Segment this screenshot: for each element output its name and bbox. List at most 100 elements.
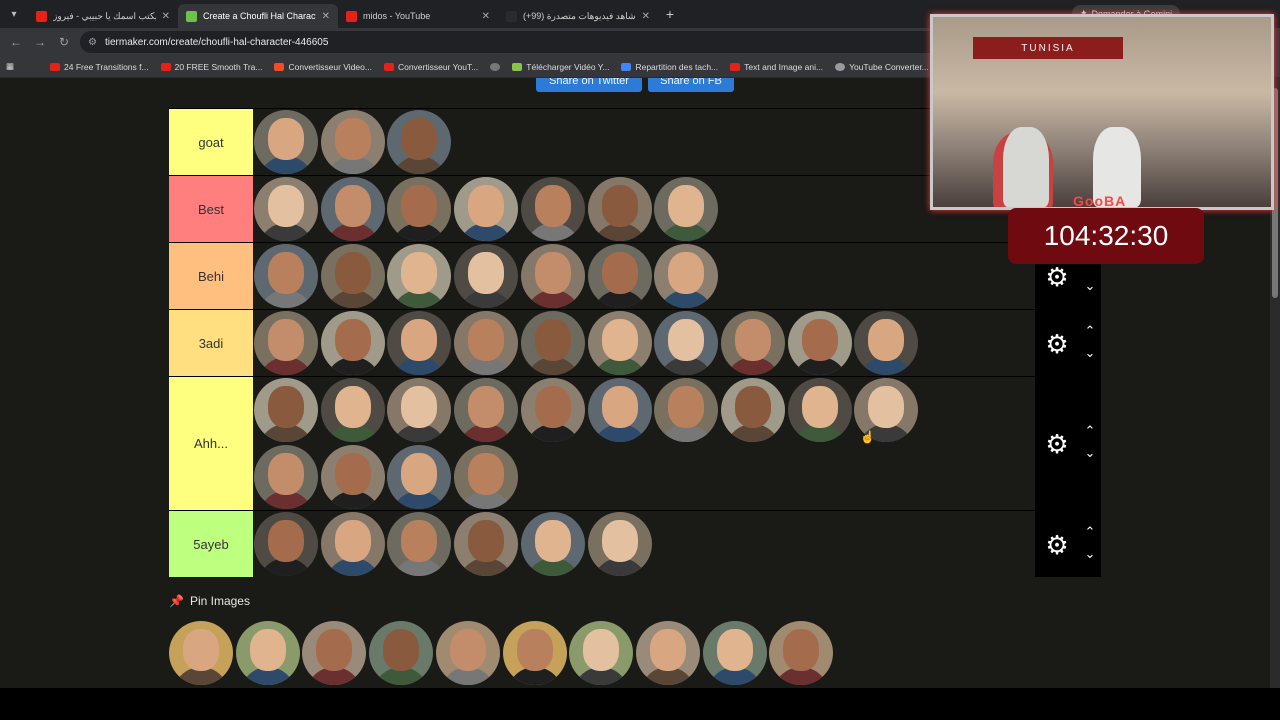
chevron-up-icon[interactable]: ⌃ [1082, 323, 1098, 338]
character-avatar[interactable] [387, 445, 452, 509]
character-avatar[interactable] [454, 244, 519, 308]
tab-fairuz[interactable]: يكتب اسمك يا حبيبي - فيروز | be ✕ [28, 4, 178, 28]
bookmark-item[interactable]: Text and Image ani... [730, 62, 823, 72]
pinned-avatar[interactable] [369, 621, 434, 685]
character-avatar[interactable] [654, 244, 719, 308]
character-avatar[interactable] [320, 378, 385, 442]
bookmark-item[interactable]: 24 Free Transitions f... [50, 62, 149, 72]
character-avatar[interactable] [320, 445, 385, 509]
bookmark-item[interactable]: 20 FREE Smooth Tra... [160, 62, 262, 72]
character-avatar[interactable] [787, 378, 852, 442]
character-avatar[interactable] [254, 244, 318, 308]
character-avatar[interactable] [387, 512, 452, 576]
character-avatar[interactable] [654, 378, 719, 442]
chevron-down-icon[interactable]: ⌄ [1082, 546, 1098, 561]
character-avatar[interactable] [387, 244, 452, 308]
chevron-up-icon[interactable]: ⌃ [1082, 424, 1098, 438]
tab-tiermaker[interactable]: Create a Choufli Hal Character ✕ [178, 4, 338, 28]
bookmark-item[interactable]: YouTube Converter... [835, 62, 929, 72]
close-icon[interactable]: ✕ [482, 11, 490, 22]
character-avatar[interactable] [587, 177, 652, 241]
character-avatar[interactable] [387, 378, 452, 442]
chevron-up-icon[interactable]: ⌃ [1082, 524, 1098, 539]
bookmark-item[interactable]: Télécharger Vidéo Y... [512, 62, 609, 72]
tier-items [253, 310, 1035, 376]
character-avatar[interactable] [854, 311, 919, 375]
close-icon[interactable]: ✕ [642, 11, 650, 22]
pinned-avatar[interactable] [302, 621, 367, 685]
tier-controls: ⚙ ⌃ ⌄ [1035, 377, 1101, 510]
pinned-avatar[interactable] [635, 621, 700, 685]
character-avatar[interactable] [787, 311, 852, 375]
back-icon[interactable]: ← [4, 35, 28, 49]
bookmark-item[interactable] [490, 62, 501, 71]
character-avatar[interactable] [254, 378, 318, 442]
character-avatar[interactable] [720, 311, 785, 375]
pinned-avatar[interactable] [502, 621, 567, 685]
gear-icon[interactable]: ⚙ [1043, 430, 1071, 458]
chevron-down-icon[interactable]: ⌄ [1082, 278, 1098, 293]
youtube-icon [160, 62, 171, 71]
tab-title: midos - YouTube [363, 11, 431, 21]
bookmark-item[interactable]: Repartition des tach... [621, 62, 718, 72]
character-avatar[interactable] [387, 311, 452, 375]
site-info-icon[interactable]: ⚙ [88, 37, 97, 48]
character-avatar[interactable] [254, 177, 318, 241]
character-avatar[interactable] [254, 110, 318, 174]
reload-icon[interactable]: ↻ [52, 35, 76, 49]
character-avatar[interactable] [454, 311, 519, 375]
pinned-avatar[interactable] [702, 621, 767, 685]
character-avatar[interactable] [520, 311, 585, 375]
chevron-down-icon[interactable]: ⌄ [1082, 345, 1098, 360]
character-avatar[interactable] [587, 512, 652, 576]
forward-icon[interactable]: → [28, 35, 52, 49]
close-icon[interactable]: ✕ [162, 11, 170, 22]
pinned-avatar[interactable] [569, 621, 634, 685]
share-twitter-button[interactable]: Share on Twitter [536, 78, 642, 92]
character-avatar[interactable] [587, 244, 652, 308]
character-avatar[interactable] [320, 177, 385, 241]
character-avatar[interactable] [520, 244, 585, 308]
share-fb-button[interactable]: Share on FB [648, 78, 734, 92]
tab-tiktok[interactable]: شاهد فيديوهات متصدرة (99+) | ti ✕ [498, 4, 658, 28]
tab-search-icon[interactable]: ▾ [0, 0, 28, 28]
character-avatar[interactable] [320, 512, 385, 576]
character-avatar[interactable] [720, 378, 785, 442]
pinned-avatar[interactable] [235, 621, 300, 685]
pinned-avatar[interactable] [169, 621, 233, 685]
gear-icon[interactable]: ⚙ [1043, 531, 1071, 559]
tier-row: Ahh... ⚙ ⌃ ⌄ [169, 376, 1101, 510]
chevron-down-icon[interactable]: ⌄ [1082, 446, 1098, 460]
address-bar[interactable]: ⚙ tiermaker.com/create/choufli-hal-chara… [80, 31, 940, 53]
gear-icon[interactable]: ⚙ [1043, 263, 1071, 291]
gear-icon[interactable]: ⚙ [1043, 330, 1071, 358]
pinned-avatar[interactable] [435, 621, 500, 685]
character-avatar[interactable] [320, 110, 385, 174]
character-avatar[interactable] [254, 445, 318, 509]
bookmark-item[interactable]: Convertisseur YouT... [383, 62, 478, 72]
character-avatar[interactable] [454, 378, 519, 442]
tab-youtube-midos[interactable]: midos - YouTube ✕ [338, 4, 498, 28]
character-avatar[interactable] [587, 311, 652, 375]
pinned-avatar[interactable] [769, 621, 834, 685]
character-avatar[interactable] [454, 512, 519, 576]
character-avatar[interactable] [520, 512, 585, 576]
character-avatar[interactable] [587, 378, 652, 442]
character-avatar[interactable] [320, 244, 385, 308]
character-avatar[interactable] [454, 177, 519, 241]
character-avatar[interactable] [520, 378, 585, 442]
apps-icon[interactable]: ▦ [6, 61, 14, 72]
character-avatar[interactable] [387, 110, 452, 174]
character-avatar[interactable] [520, 177, 585, 241]
character-avatar[interactable] [387, 177, 452, 241]
close-icon[interactable]: ✕ [322, 11, 330, 22]
character-avatar[interactable] [454, 445, 519, 509]
character-avatar[interactable] [654, 177, 719, 241]
character-avatar[interactable] [254, 311, 318, 375]
new-tab-button[interactable]: + [658, 6, 682, 22]
character-avatar[interactable] [320, 311, 385, 375]
bookmark-item[interactable]: Convertisseur Video... [274, 62, 372, 72]
character-avatar[interactable] [654, 311, 719, 375]
character-avatar[interactable] [254, 512, 318, 576]
docs-icon [621, 62, 632, 71]
